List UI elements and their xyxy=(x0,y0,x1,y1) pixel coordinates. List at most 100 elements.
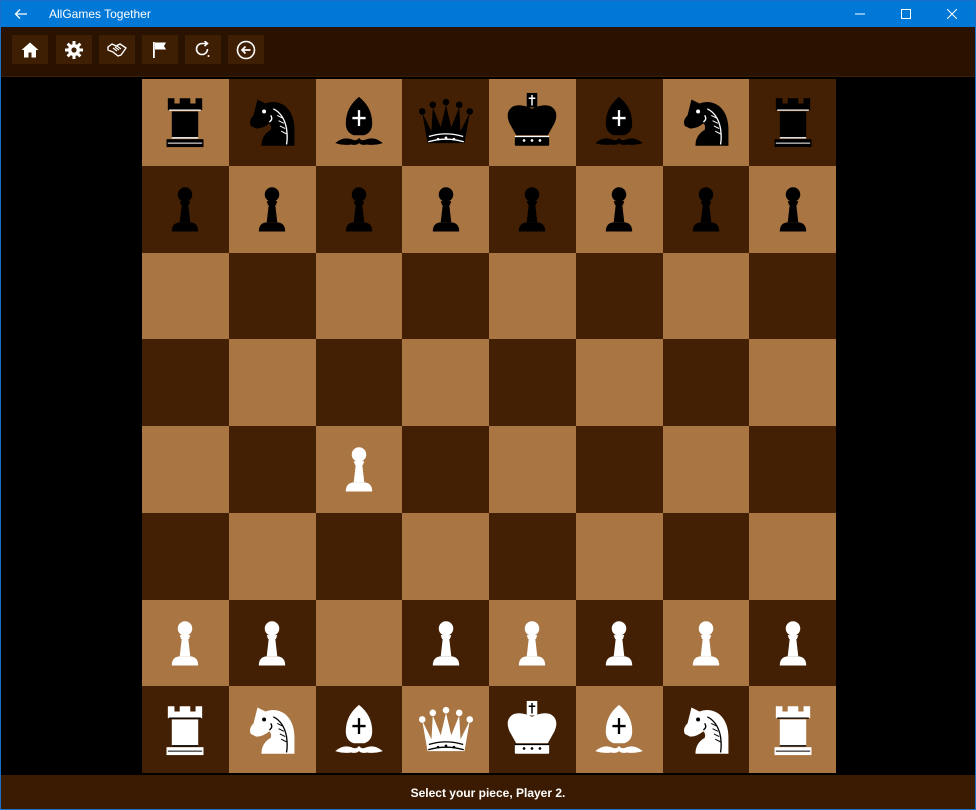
settings-button[interactable] xyxy=(56,35,92,64)
board-square-d4[interactable] xyxy=(402,426,489,513)
board-square-c5[interactable] xyxy=(315,339,403,426)
board-square-a4[interactable] xyxy=(142,426,229,513)
board-square-g2[interactable] xyxy=(662,599,750,687)
resign-button[interactable] xyxy=(142,35,178,64)
board-square-h6[interactable] xyxy=(749,252,836,340)
board-square-e6[interactable] xyxy=(489,252,576,340)
board-square-h3[interactable] xyxy=(749,512,836,600)
white-knight-icon xyxy=(250,707,295,754)
maximize-icon[interactable] xyxy=(883,1,929,27)
board-square-g4[interactable] xyxy=(662,426,750,513)
board-square-e5[interactable] xyxy=(489,339,576,426)
board-square-g8[interactable] xyxy=(662,79,750,166)
board-square-f5[interactable] xyxy=(575,339,663,426)
circle-arrow-left-icon xyxy=(236,40,256,59)
board-square-d2[interactable] xyxy=(402,599,489,687)
board-square-f6[interactable] xyxy=(575,252,663,340)
board-square-d7[interactable] xyxy=(402,165,489,253)
status-bar: Select your piece, Player 2. xyxy=(1,775,975,809)
board-square-b4[interactable] xyxy=(228,426,316,513)
board-square-c1[interactable] xyxy=(315,686,403,773)
black-rook-icon xyxy=(774,98,812,148)
flag-icon xyxy=(153,42,166,58)
black-knight-icon xyxy=(683,99,729,147)
window-controls xyxy=(837,1,975,27)
handshake-icon xyxy=(107,42,127,57)
board-square-g6[interactable] xyxy=(662,252,750,340)
back-button[interactable] xyxy=(228,35,264,64)
board-square-d6[interactable] xyxy=(402,252,489,340)
board-square-b5[interactable] xyxy=(228,339,316,426)
board-square-e1[interactable] xyxy=(489,686,576,773)
board-square-a5[interactable] xyxy=(142,339,229,426)
white-pawn-icon xyxy=(345,447,373,492)
board-square-f4[interactable] xyxy=(575,426,663,513)
white-pawn-icon xyxy=(605,621,633,666)
close-icon[interactable] xyxy=(929,1,975,27)
board-square-f2[interactable] xyxy=(575,599,663,687)
white-pawn-icon xyxy=(172,621,199,666)
board-square-c7[interactable] xyxy=(315,165,403,253)
board-square-b6[interactable] xyxy=(228,252,316,340)
white-pawn-icon xyxy=(519,621,546,666)
board-square-d3[interactable] xyxy=(402,512,489,600)
board-square-h5[interactable] xyxy=(749,339,836,426)
white-pawn-icon xyxy=(432,621,459,666)
board-square-f1[interactable] xyxy=(575,686,663,773)
toolbar xyxy=(1,27,975,77)
board-square-h2[interactable] xyxy=(749,599,836,687)
board-square-f8[interactable] xyxy=(575,79,663,166)
black-knight-icon xyxy=(250,99,295,147)
board-square-a6[interactable] xyxy=(142,252,229,340)
minimize-icon[interactable] xyxy=(837,1,883,27)
board-square-c6[interactable] xyxy=(315,252,403,340)
black-bishop-icon xyxy=(335,97,383,146)
board-square-c3[interactable] xyxy=(315,512,403,600)
board-square-e8[interactable] xyxy=(489,79,576,166)
board-square-e4[interactable] xyxy=(489,426,576,513)
board-square-b3[interactable] xyxy=(228,512,316,600)
back-arrow-icon[interactable] xyxy=(1,1,41,27)
offer-draw-button[interactable] xyxy=(99,35,135,64)
board-square-b8[interactable] xyxy=(228,79,316,166)
board-square-f7[interactable] xyxy=(575,165,663,253)
board-square-b7[interactable] xyxy=(228,165,316,253)
board-square-e7[interactable] xyxy=(489,165,576,253)
white-pawn-icon xyxy=(692,621,720,666)
board-square-h8[interactable] xyxy=(749,79,836,166)
board-square-b2[interactable] xyxy=(228,599,316,687)
board-square-h1[interactable] xyxy=(749,686,836,773)
board-square-e2[interactable] xyxy=(489,599,576,687)
board-square-c2[interactable] xyxy=(315,599,403,687)
white-pawn-icon xyxy=(258,621,286,666)
board-square-d8[interactable] xyxy=(402,79,489,166)
board-square-h4[interactable] xyxy=(749,426,836,513)
gear-icon xyxy=(65,40,83,59)
board-square-f3[interactable] xyxy=(575,512,663,600)
black-pawn-icon xyxy=(692,187,720,232)
window-title: AllGames Together xyxy=(49,7,151,21)
board-square-a1[interactable] xyxy=(142,686,229,773)
board-square-g5[interactable] xyxy=(662,339,750,426)
redo-button[interactable] xyxy=(185,35,221,64)
board-square-g3[interactable] xyxy=(662,512,750,600)
board-square-g7[interactable] xyxy=(662,165,750,253)
board-square-a7[interactable] xyxy=(142,165,229,253)
board-square-e3[interactable] xyxy=(489,512,576,600)
board-square-d5[interactable] xyxy=(402,339,489,426)
board-square-a8[interactable] xyxy=(142,79,229,166)
board-square-c4[interactable] xyxy=(315,426,403,513)
black-pawn-icon xyxy=(345,187,373,232)
home-button[interactable] xyxy=(12,35,48,64)
board-square-d1[interactable] xyxy=(402,686,489,773)
board-square-c8[interactable] xyxy=(315,79,403,166)
board-square-b1[interactable] xyxy=(228,686,316,773)
board-square-h7[interactable] xyxy=(749,165,836,253)
board-square-a3[interactable] xyxy=(142,512,229,600)
black-bishop-icon xyxy=(595,97,643,146)
board-square-g1[interactable] xyxy=(662,686,750,773)
white-king-icon xyxy=(508,700,557,754)
board-square-a2[interactable] xyxy=(142,599,229,687)
black-pawn-icon xyxy=(519,187,546,232)
white-rook-icon xyxy=(166,705,204,755)
